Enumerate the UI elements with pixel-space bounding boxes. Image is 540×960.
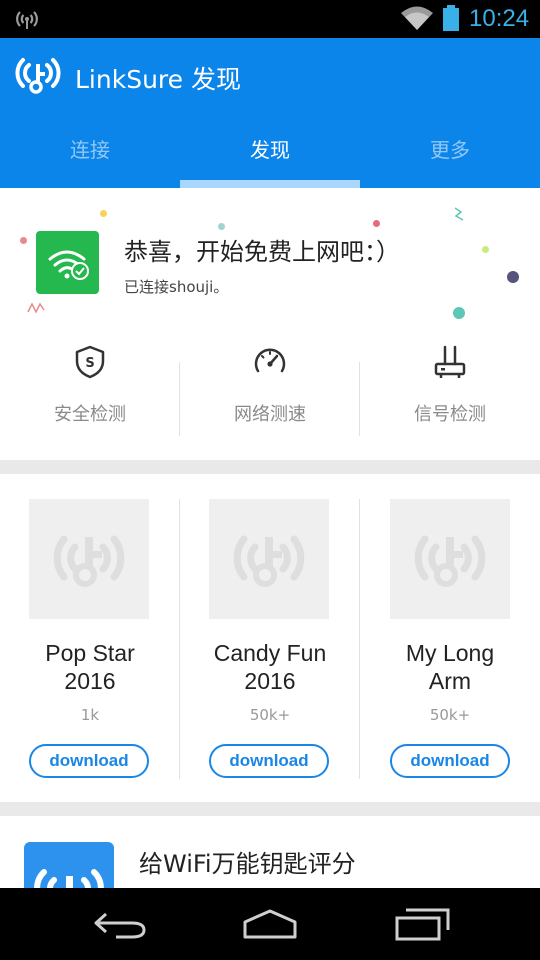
confetti-squiggle (453, 206, 467, 228)
tool-label: 信号检测 (414, 404, 486, 425)
linksure-placeholder-icon (53, 535, 125, 587)
linksure-placeholder-icon (233, 535, 305, 587)
rate-title: 给WiFi万能钥匙评分 (139, 850, 356, 878)
speedometer-icon (252, 344, 288, 380)
recommended-apps: Pop Star 2016 1k download Candy Fun 2016… (0, 474, 540, 802)
tab-indicator (180, 180, 360, 188)
confetti-dot (482, 246, 489, 253)
tool-label: 安全检测 (54, 404, 126, 425)
connected-card: 恭喜，开始免费上网吧：） 已连接shouji。 S 安全检测 网络测速 信号检测 (0, 188, 540, 460)
shield-icon: S (72, 344, 108, 380)
app-card[interactable]: My Long Arm 50k+ download (360, 474, 540, 802)
app-download-count: 50k+ (249, 706, 291, 724)
svg-text:S: S (85, 356, 94, 371)
confetti-dot (218, 223, 225, 230)
divider (179, 499, 180, 779)
recent-apps-icon[interactable] (394, 906, 450, 946)
app-thumbnail (209, 499, 329, 619)
status-bar: 10:24 (0, 0, 540, 38)
app-card[interactable]: Candy Fun 2016 50k+ download (180, 474, 360, 802)
home-icon[interactable] (242, 906, 298, 946)
linksure-placeholder-icon (414, 535, 486, 587)
section-divider (0, 460, 540, 474)
confetti-dot (453, 307, 465, 319)
confetti-dot (100, 210, 107, 217)
app-name: My Long Arm (405, 640, 495, 694)
rate-app-card[interactable]: 给WiFi万能钥匙评分 (0, 816, 540, 888)
tool-label: 网络测速 (234, 404, 306, 425)
divider (179, 362, 180, 436)
divider (359, 499, 360, 779)
linksure-logo-icon (14, 56, 62, 100)
app-download-count: 1k (80, 706, 100, 724)
battery-icon (442, 5, 460, 35)
back-icon[interactable] (92, 906, 148, 946)
confetti-squiggle (26, 300, 46, 320)
download-button[interactable]: download (209, 744, 329, 778)
app-thumbnail (29, 499, 149, 619)
app-name: Candy Fun 2016 (213, 640, 327, 694)
wifi-connected-icon (36, 231, 99, 294)
speed-test-button[interactable]: 网络测速 (180, 344, 360, 440)
congrats-title: 恭喜，开始免费上网吧：） (124, 238, 400, 266)
wifi-signal-icon (400, 6, 434, 34)
router-icon (432, 344, 468, 380)
hotspot-icon (14, 7, 40, 35)
wifi-key-app-icon (24, 842, 114, 888)
app-download-count: 50k+ (429, 706, 471, 724)
tab-discover[interactable]: 发现 (180, 134, 360, 163)
app-bar: LinkSure 发现 连接 发现 更多 (0, 38, 540, 188)
security-check-button[interactable]: S 安全检测 (0, 344, 180, 440)
system-nav-bar (0, 888, 540, 960)
confetti-dot (373, 220, 380, 227)
divider (359, 362, 360, 436)
app-name: Pop Star 2016 (45, 640, 135, 694)
app-card[interactable]: Pop Star 2016 1k download (0, 474, 180, 802)
confetti-dot (20, 237, 27, 244)
confetti-dot (507, 271, 519, 283)
signal-check-button[interactable]: 信号检测 (360, 344, 540, 440)
download-button[interactable]: download (390, 744, 510, 778)
app-title: LinkSure 发现 (75, 65, 241, 94)
app-thumbnail (390, 499, 510, 619)
clock: 10:24 (469, 5, 530, 32)
connected-subtitle: 已连接shouji。 (124, 278, 229, 296)
tab-connect[interactable]: 连接 (0, 134, 180, 163)
section-divider (0, 802, 540, 816)
download-button[interactable]: download (29, 744, 149, 778)
tab-more[interactable]: 更多 (360, 134, 540, 163)
